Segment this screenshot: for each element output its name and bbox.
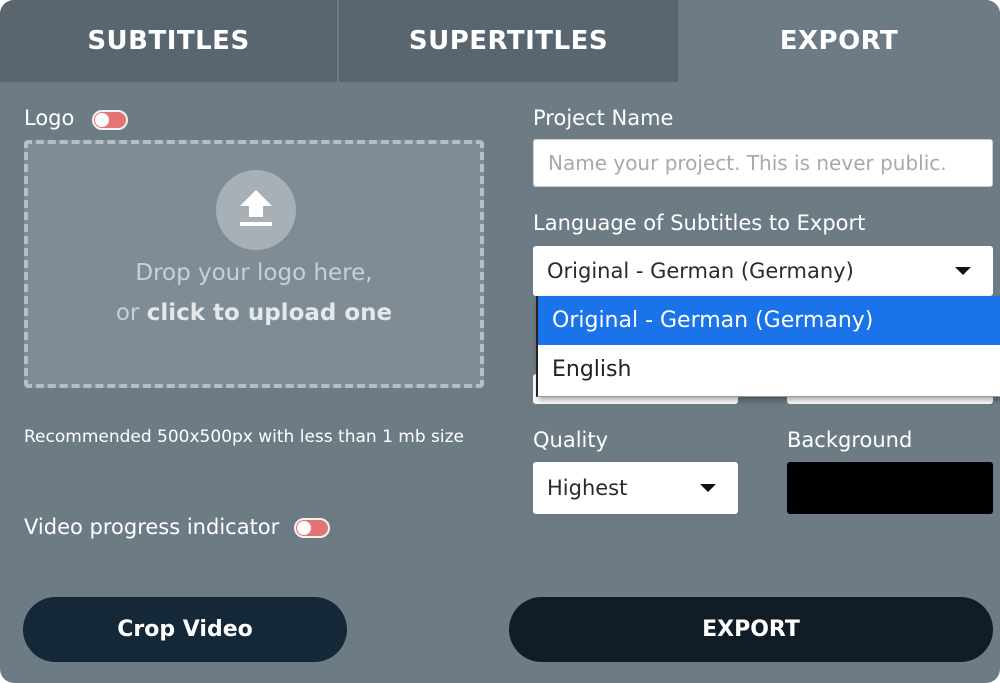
project-name-input[interactable]: [533, 139, 993, 187]
project-name-label: Project Name: [533, 106, 674, 130]
dropzone-text-prefix: or: [115, 300, 147, 326]
chevron-down-icon: [955, 267, 971, 275]
tab-subtitles[interactable]: SUBTITLES: [0, 0, 337, 82]
logo-dropzone[interactable]: Drop your logo here, or click to upload …: [24, 140, 484, 388]
language-label: Language of Subtitles to Export: [533, 211, 866, 235]
tab-export[interactable]: EXPORT: [678, 0, 1000, 82]
progress-indicator-label: Video progress indicator: [24, 515, 280, 539]
export-panel: SUBTITLES SUPERTITLES EXPORT Logo Drop y…: [0, 0, 1000, 683]
export-button[interactable]: EXPORT: [509, 597, 993, 662]
logo-toggle-knob: [95, 113, 109, 127]
language-select[interactable]: Original - German (Germany): [533, 246, 993, 296]
language-option-german[interactable]: Original - German (Germany): [538, 296, 1000, 345]
quality-select[interactable]: Highest: [533, 462, 738, 514]
tab-supertitles[interactable]: SUPERTITLES: [337, 0, 678, 82]
quality-label: Quality: [533, 428, 609, 452]
upload-icon: [216, 170, 296, 250]
logo-recommendation: Recommended 500x500px with less than 1 m…: [24, 427, 465, 447]
background-label: Background: [787, 428, 913, 452]
language-dropdown-list: Original - German (Germany) English: [536, 296, 1000, 397]
chevron-down-icon: [700, 484, 716, 492]
tab-bar: SUBTITLES SUPERTITLES EXPORT: [0, 0, 1000, 82]
crop-video-button[interactable]: Crop Video: [23, 597, 347, 662]
dropzone-text-line1: Drop your logo here,: [135, 260, 373, 286]
language-selected-value: Original - German (Germany): [547, 259, 854, 283]
progress-indicator-toggle-knob: [297, 521, 311, 535]
logo-label: Logo: [24, 106, 75, 130]
progress-indicator-toggle[interactable]: [294, 518, 330, 538]
quality-selected-value: Highest: [547, 476, 628, 500]
language-option-english[interactable]: English: [538, 345, 1000, 394]
background-color-swatch[interactable]: [787, 462, 993, 514]
dropzone-text-line2: or click to upload one: [28, 300, 480, 326]
dropzone-upload-link[interactable]: click to upload one: [147, 300, 392, 326]
logo-toggle[interactable]: [92, 110, 128, 130]
